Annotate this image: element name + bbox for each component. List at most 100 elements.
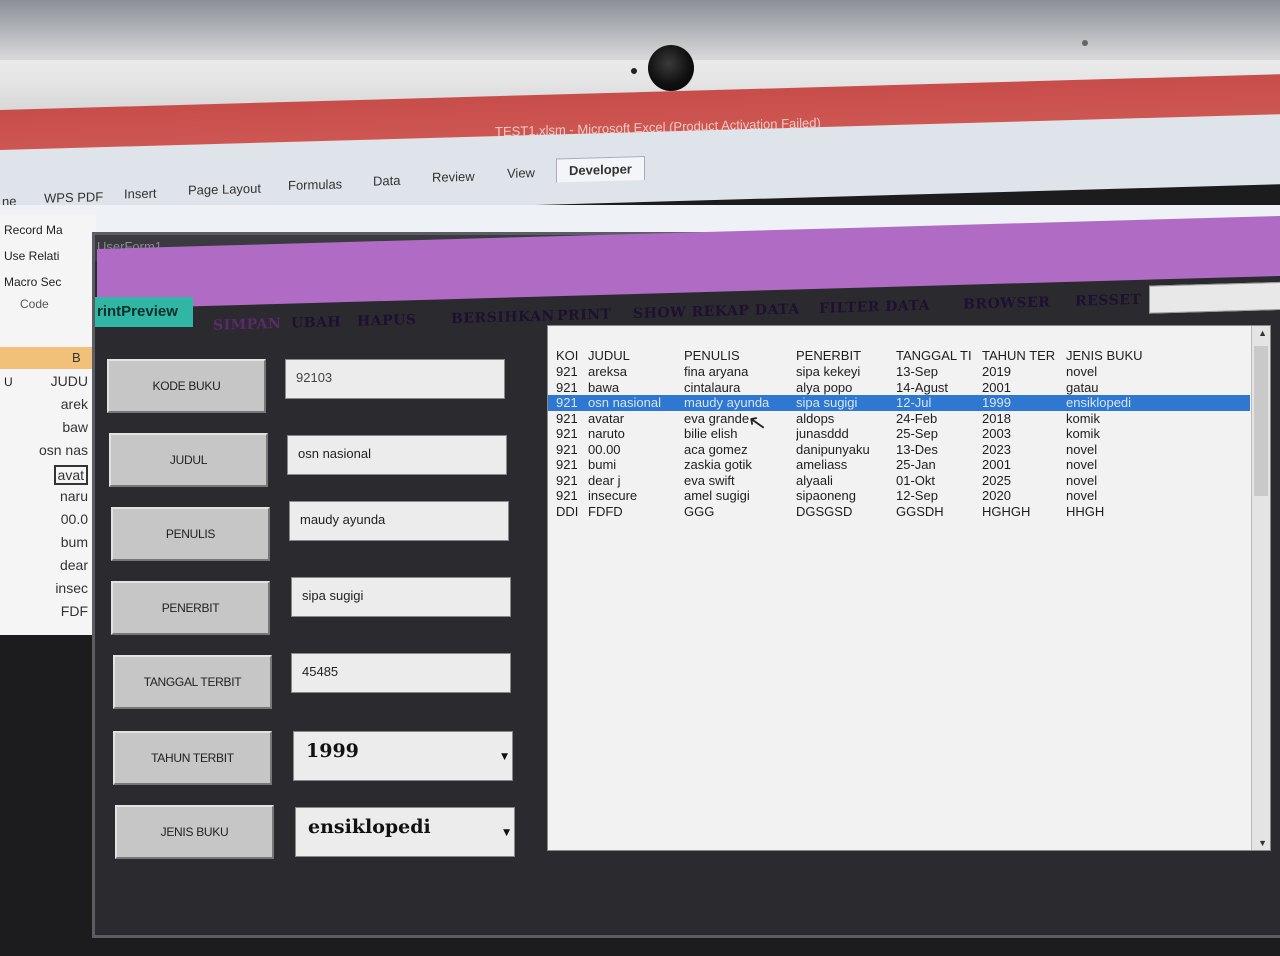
list-cell: 13-Des bbox=[896, 441, 938, 457]
list-cell: novel bbox=[1066, 364, 1098, 379]
penerbit-label[interactable]: PENERBIT bbox=[111, 581, 270, 635]
tab-developer[interactable]: Developer bbox=[556, 155, 645, 183]
list-cell: GGSDH bbox=[896, 503, 944, 519]
list-row[interactable]: 921 bawa cintalaura alya popo 14-Agust 2001 ga… bbox=[548, 380, 1250, 396]
filter-data-button[interactable]: FILTER DATA bbox=[819, 298, 930, 317]
list-row-selected[interactable]: 921 osn nasional maudy ayunda sipa sugigi 12… bbox=[548, 395, 1250, 411]
jenis-buku-label[interactable]: JENIS BUKU bbox=[115, 805, 274, 859]
list-cell: FDFD bbox=[588, 503, 623, 519]
list-row[interactable]: 921 00.00 aca gomez danipunyaku 13-Des 2023 no… bbox=[548, 442, 1250, 458]
tanggal-terbit-label[interactable]: TANGGAL TERBIT bbox=[113, 655, 272, 709]
cell[interactable]: 00.0 bbox=[61, 511, 88, 527]
list-cell: osn nasional bbox=[588, 395, 661, 410]
show-rekap-data-button[interactable]: SHOW REKAP DATA bbox=[633, 301, 800, 322]
simpan-button[interactable]: SIMPAN bbox=[213, 316, 281, 334]
list-cell: 1999 bbox=[982, 395, 1011, 410]
list-cell: aca gomez bbox=[684, 441, 748, 457]
tab-view[interactable]: View bbox=[507, 165, 535, 181]
browser-button[interactable]: BROWSER bbox=[963, 294, 1050, 312]
cell[interactable]: insec bbox=[55, 580, 88, 596]
list-row[interactable]: 921 naruto bilie elish junasddd 25-Sep 2003 ko… bbox=[548, 426, 1250, 442]
kode-buku-input[interactable]: 92103 bbox=[285, 359, 505, 399]
list-row[interactable]: 921 bumi zaskia gotik ameliass 25-Jan 2001 nov… bbox=[548, 457, 1250, 473]
judul-label[interactable]: JUDUL bbox=[109, 433, 268, 487]
tab-wps-pdf[interactable]: WPS PDF bbox=[44, 189, 103, 206]
toolbar-search-input[interactable] bbox=[1149, 281, 1280, 314]
judul-input[interactable]: osn nasional bbox=[287, 435, 507, 475]
kode-buku-label[interactable]: KODE BUKU bbox=[107, 359, 266, 413]
print-preview-button[interactable]: rintPreview bbox=[95, 297, 193, 327]
cell[interactable]: JUDU bbox=[51, 373, 88, 389]
scrollbar-thumb[interactable] bbox=[1254, 346, 1268, 496]
list-row[interactable]: 921 dear j eva swift alyaali 01-Okt 2025 novel bbox=[548, 473, 1250, 489]
list-cell: 2003 bbox=[982, 426, 1011, 441]
list-cell: danipunyaku bbox=[796, 441, 870, 457]
list-cell: 12-Sep bbox=[896, 488, 938, 503]
print-button[interactable]: PRINT bbox=[557, 307, 611, 325]
cell[interactable]: baw bbox=[62, 419, 88, 435]
ubah-button[interactable]: UBAH bbox=[291, 314, 341, 331]
penerbit-input[interactable]: sipa sugigi bbox=[291, 577, 511, 617]
list-cell: 2019 bbox=[982, 364, 1011, 379]
record-macro-button[interactable]: Record Ma bbox=[4, 223, 63, 237]
jenis-buku-value: ensiklopedi bbox=[308, 816, 431, 838]
tab-page-layout[interactable]: Page Layout bbox=[188, 181, 261, 198]
list-cell: 00.00 bbox=[588, 441, 621, 457]
mic-dot bbox=[1082, 40, 1088, 46]
list-cell: HGHGH bbox=[982, 503, 1031, 519]
use-relative-button[interactable]: Use Relati bbox=[4, 249, 59, 263]
active-cell[interactable]: avat bbox=[53, 465, 88, 485]
list-row[interactable]: DDI FDFD GGG DGSGSD GGSDH HGHGH HHGH bbox=[548, 504, 1250, 520]
cell[interactable]: dear bbox=[60, 557, 88, 573]
list-cell: sipa sugigi bbox=[796, 395, 858, 410]
list-cell: bawa bbox=[588, 379, 620, 395]
list-cell: gatau bbox=[1066, 379, 1099, 395]
column-header-b[interactable]: B bbox=[0, 347, 96, 369]
cell[interactable]: osn nas bbox=[39, 442, 88, 458]
list-cell: HHGH bbox=[1066, 503, 1105, 519]
tanggal-terbit-input[interactable]: 45485 bbox=[291, 653, 511, 693]
cell[interactable]: bum bbox=[61, 534, 88, 550]
list-cell: DDI bbox=[556, 503, 579, 519]
tahun-terbit-value: 1999 bbox=[306, 740, 359, 762]
resset-button[interactable]: RESSET bbox=[1075, 292, 1141, 310]
cell[interactable]: FDF bbox=[61, 603, 88, 619]
list-cell: novel bbox=[1066, 441, 1098, 457]
list-row[interactable]: 921 areksa fina aryana sipa kekeyi 13-Sep 201… bbox=[548, 364, 1250, 380]
list-cell: sipaoneng bbox=[796, 488, 856, 503]
scroll-down-icon[interactable]: ▼ bbox=[1258, 838, 1267, 848]
list-row[interactable]: 921 insecure amel sugigi sipaoneng 12-Sep 202… bbox=[548, 488, 1250, 504]
tahun-terbit-label[interactable]: TAHUN TERBIT bbox=[113, 731, 272, 785]
bersihkan-button[interactable]: BERSIHKAN bbox=[451, 308, 555, 327]
list-cell: 14-Agust bbox=[896, 379, 949, 395]
code-group-label: Code bbox=[20, 297, 49, 311]
penulis-label[interactable]: PENULIS bbox=[111, 507, 270, 561]
tab-formulas[interactable]: Formulas bbox=[288, 176, 342, 193]
tab-insert[interactable]: Insert bbox=[124, 186, 157, 202]
list-header-cell: PENERBIT bbox=[796, 348, 862, 363]
jenis-buku-combo[interactable]: ensiklopedi ▼ bbox=[295, 807, 515, 857]
list-cell: avatar bbox=[588, 410, 625, 426]
tab-data[interactable]: Data bbox=[373, 173, 400, 189]
chevron-down-icon[interactable]: ▼ bbox=[501, 752, 508, 762]
tahun-terbit-combo[interactable]: 1999 ▼ bbox=[293, 731, 513, 781]
cell[interactable]: arek bbox=[61, 396, 88, 412]
chevron-down-icon[interactable]: ▼ bbox=[503, 828, 510, 838]
tab-review[interactable]: Review bbox=[432, 169, 475, 185]
excel-sheet-area: Record Ma Use Relati Macro Sec Code B U … bbox=[0, 215, 96, 635]
list-cell: 25-Jan bbox=[896, 457, 936, 472]
hapus-button[interactable]: HAPUS bbox=[357, 312, 416, 330]
list-row[interactable]: 921 avatar eva grande aldops 24-Feb 2018 komik bbox=[548, 411, 1250, 427]
scroll-up-icon[interactable]: ▲ bbox=[1258, 328, 1267, 338]
list-cell: eva swift bbox=[684, 472, 735, 488]
listbox-scrollbar[interactable]: ▲ ▼ bbox=[1251, 326, 1270, 850]
cell[interactable]: naru bbox=[60, 488, 88, 504]
list-cell: alya popo bbox=[796, 379, 853, 395]
penulis-input[interactable]: maudy ayunda bbox=[289, 501, 509, 541]
data-listbox[interactable]: KOI JUDUL PENULIS PENERBIT TANGGAL TI TAHUN T… bbox=[547, 325, 1271, 851]
list-header-cell: KOI bbox=[556, 348, 579, 363]
macro-security-button[interactable]: Macro Sec bbox=[4, 275, 61, 289]
list-cell: maudy ayunda bbox=[684, 395, 770, 410]
list-cell: cintalaura bbox=[684, 379, 741, 395]
list-cell: amel sugigi bbox=[684, 488, 750, 503]
